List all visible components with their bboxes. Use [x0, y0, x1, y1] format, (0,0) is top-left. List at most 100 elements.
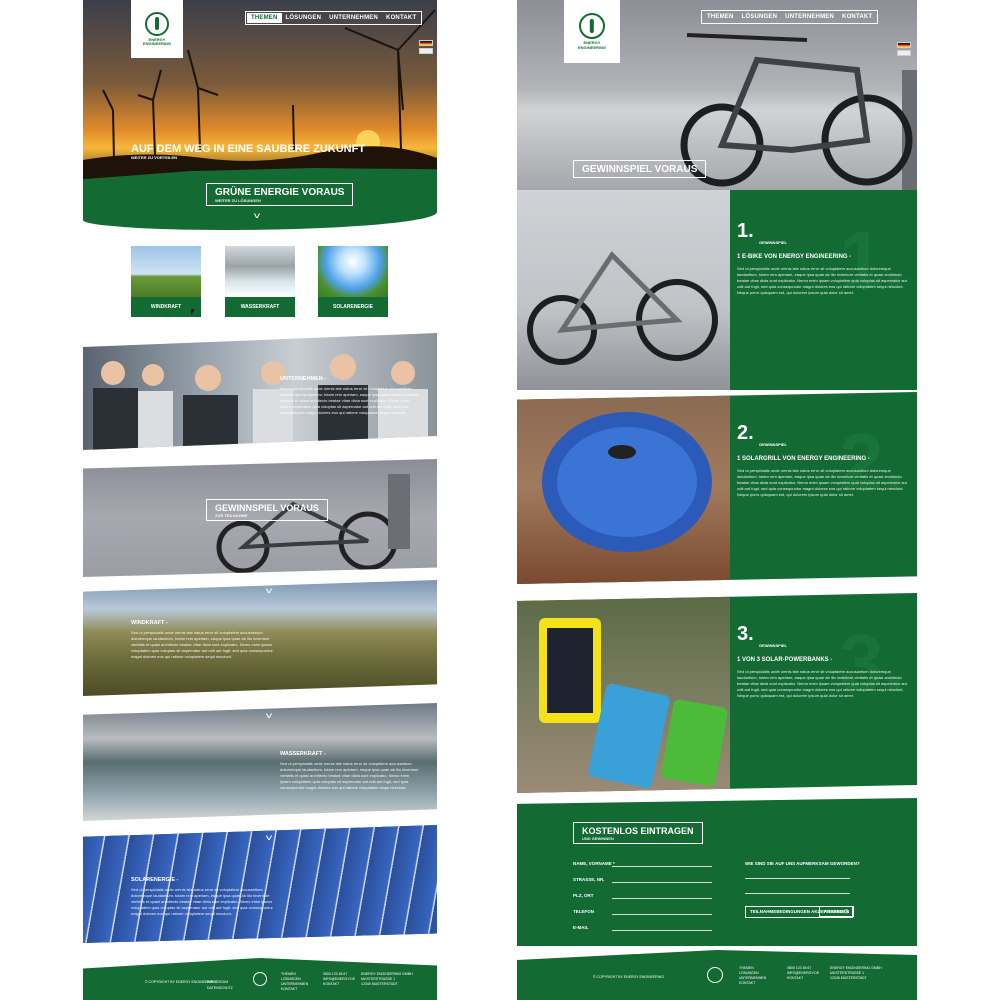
contest-subtitle: ZUR TEILNAHME: [215, 513, 248, 518]
nav-item-kontakt[interactable]: KONTAKT: [838, 12, 876, 22]
footer-contact-link[interactable]: KONTAKT: [323, 982, 355, 987]
wasserkraft-title: WASSERKRAFT -: [280, 751, 326, 757]
flag-en-icon[interactable]: [897, 50, 911, 56]
label-phone: TELEFON: [573, 909, 594, 914]
plug-leaf-icon: [253, 972, 267, 986]
company-text: Sed ut perspiciatis unde omnis iste natu…: [280, 386, 419, 415]
chevron-down-icon[interactable]: v: [266, 833, 272, 842]
footer-link-impressum[interactable]: IMPRESSUM: [207, 980, 228, 985]
form-title: KOSTENLOS EINTRAGEN UND GEWINNEN: [573, 822, 703, 844]
footer-nav: THEMEN LÖSUNGEN UNTERNEHMEN KONTAKT: [739, 966, 766, 986]
logo-text-line2: ENGINEERING: [577, 44, 606, 50]
input-phone[interactable]: [612, 914, 712, 915]
hero-section: ENERGY ENGINEERING THEMEN LÖSUNGEN UNTERN…: [83, 0, 437, 185]
windkraft-image: [131, 246, 201, 297]
prize-2-label: GEWINNSPIEL: [759, 442, 788, 447]
thumb-solarenergie-label: SOLARENERGIE: [318, 297, 388, 317]
thumb-wasserkraft[interactable]: WASSERKRAFT: [225, 246, 295, 317]
prize-3-section: 3. 3. GEWINNSPIEL 1 VON 3 SOLAR-POWERBAN…: [517, 593, 917, 793]
company-title: UNTERNEHMEN -: [280, 376, 327, 382]
green-energy-title-text: GRÜNE ENERGIE VORAUS: [215, 187, 345, 198]
footer-contact: 0800 123 45 67 INFO@ENERGY.DE KONTAKT: [787, 966, 819, 981]
logo[interactable]: ENERGY ENGINEERING: [564, 0, 620, 63]
company-section: UNTERNEHMEN - Sed ut perspiciatis unde o…: [83, 333, 437, 450]
chevron-down-icon[interactable]: v: [266, 586, 272, 595]
contest-title[interactable]: GEWINNSPIEL VORAUS ZUR TEILNAHME: [206, 499, 328, 521]
prize-3-title: 1 VON 3 SOLAR-POWERBANKS -: [737, 657, 833, 663]
prize-2-section: 2. 2. GEWINNSPIEL 1 SOLARGRILL VON ENERG…: [517, 392, 917, 584]
contest-title[interactable]: GEWINNSPIEL VORAUS: [573, 160, 707, 178]
flag-de-icon[interactable]: [419, 40, 433, 46]
solarenergie-text: Sed ut perspiciatis unde omnis iste natu…: [131, 887, 273, 916]
footer-copyright: © COPYRIGHT BY ENERGY ENGINEERING: [145, 980, 217, 984]
nav-item-kontakt[interactable]: KONTAKT: [382, 13, 420, 23]
windkraft-section: v WINDKRAFT - Sed ut perspiciatis unde o…: [83, 580, 437, 696]
footer: © COPYRIGHT BY ENERGY ENGINEERING IMPRES…: [83, 958, 437, 1000]
input-email[interactable]: [612, 930, 712, 931]
green-energy-title[interactable]: GRÜNE ENERGIE VORAUS WEITER ZU LÖSUNGEN: [206, 183, 354, 206]
thumb-windkraft[interactable]: WINDKRAFT: [131, 246, 201, 317]
nav-item-unternehmen[interactable]: UNTERNEHMEN: [781, 12, 838, 22]
input-name[interactable]: [612, 866, 712, 867]
footer-nav-kontakt[interactable]: KONTAKT: [281, 987, 308, 992]
logo[interactable]: ENERGY ENGINEERING: [131, 0, 183, 58]
solarenergie-title: SOLARENERGIE -: [131, 877, 179, 883]
prize-1-label: GEWINNSPIEL: [759, 240, 788, 245]
submit-button[interactable]: ABSENDEN: [819, 906, 855, 917]
green-energy-subtitle: WEITER ZU LÖSUNGEN: [215, 198, 261, 203]
main-nav: THEMEN LÖSUNGEN UNTERNEHMEN KONTAKT: [701, 10, 879, 24]
wasserkraft-image: [225, 246, 295, 297]
flag-de-icon[interactable]: [897, 42, 911, 48]
footer-link-datenschutz[interactable]: DATENSCHUTZ: [207, 986, 233, 991]
solarenergie-image: [318, 246, 388, 297]
answer-line-1[interactable]: [745, 878, 850, 879]
form-subtitle: UND GEWINNEN: [582, 836, 614, 841]
powerbank-photo: [539, 618, 728, 789]
contest-title-text: GEWINNSPIEL VORAUS: [582, 164, 698, 175]
prize-2-text: Sed ut perspiciatis unde omnis iste natu…: [737, 468, 907, 497]
hero-title: AUF DEM WEG IN EINE SAUBERE ZUKUNFT: [131, 143, 366, 155]
mouse-cursor-icon: [191, 309, 195, 316]
nav-item-loesungen[interactable]: LÖSUNGEN: [282, 13, 326, 23]
footer-nav: THEMEN LÖSUNGEN UNTERNEHMEN KONTAKT: [281, 972, 308, 992]
form-title-text: KOSTENLOS EINTRAGEN: [582, 826, 694, 836]
flag-en-icon[interactable]: [419, 48, 433, 54]
footer-address-line3: 12345 MUSTERSTADT: [830, 976, 867, 980]
label-name: NAME, VORNAME *: [573, 861, 615, 866]
prize-3-label: GEWINNSPIEL: [759, 643, 788, 648]
nav-item-loesungen[interactable]: LÖSUNGEN: [738, 12, 782, 22]
plug-leaf-icon: [145, 11, 169, 36]
plug-leaf-icon: [707, 967, 723, 983]
chevron-down-icon[interactable]: v: [266, 711, 272, 720]
chevron-down-icon[interactable]: v: [254, 211, 260, 220]
plug-leaf-icon: [579, 13, 605, 40]
contest-section: GEWINNSPIEL VORAUS ZUR TEILNAHME: [83, 459, 437, 577]
footer-contact-link[interactable]: KONTAKT: [787, 976, 819, 981]
prize-1-section: 1. 1. GEWINNSPIEL 1 E-BIKE VON ENERGY EN…: [517, 190, 917, 390]
footer-address: ENERGY ENGINEERING GMBH MUSTERSTRASSE 1 …: [830, 966, 882, 981]
landing-page-left: ENERGY ENGINEERING THEMEN LÖSUNGEN UNTERN…: [83, 0, 437, 1000]
landing-page-right: ENERGY ENGINEERING THEMEN LÖSUNGEN UNTERN…: [517, 0, 917, 1000]
logo-text-line2: ENGINEERING: [142, 41, 171, 46]
nav-item-unternehmen[interactable]: UNTERNEHMEN: [325, 13, 382, 23]
entry-form-section: KOSTENLOS EINTRAGEN UND GEWINNEN NAME, V…: [517, 798, 917, 946]
nav-item-themen[interactable]: THEMEN: [703, 12, 738, 22]
hero-subtitle[interactable]: WEITER ZU VORTEILEN: [131, 155, 177, 160]
footer-contact: 0800 123 45 67 INFO@ENERGY.DE KONTAKT: [323, 972, 355, 987]
thumb-solarenergie[interactable]: SOLARENERGIE: [318, 246, 388, 317]
question-label: WIE SIND SIE AUF UNS AUFMERKSAM GEWORDEN…: [745, 861, 860, 866]
label-street: STRASSE, NR.: [573, 877, 605, 882]
prize-3-text: Sed ut perspiciatis unde omnis iste natu…: [737, 669, 907, 698]
input-city[interactable]: [612, 898, 712, 899]
footer-nav-kontakt[interactable]: KONTAKT: [739, 981, 766, 986]
label-email: E-MAIL: [573, 925, 589, 930]
input-street[interactable]: [612, 882, 712, 883]
main-nav: THEMEN LÖSUNGEN UNTERNEHMEN KONTAKT: [245, 11, 423, 25]
language-switcher: [897, 42, 911, 56]
wasserkraft-section: v WASSERKRAFT - Sed ut perspiciatis unde…: [83, 703, 437, 821]
solar-grill-photo: [542, 412, 712, 552]
footer-copyright: © COPYRIGHT BY ENERGY ENGINEERING: [593, 975, 665, 979]
prize-2-title: 1 SOLARGRILL VON ENERGY ENGINEERING -: [737, 456, 870, 462]
answer-line-2[interactable]: [745, 893, 850, 894]
nav-item-themen[interactable]: THEMEN: [247, 13, 282, 23]
